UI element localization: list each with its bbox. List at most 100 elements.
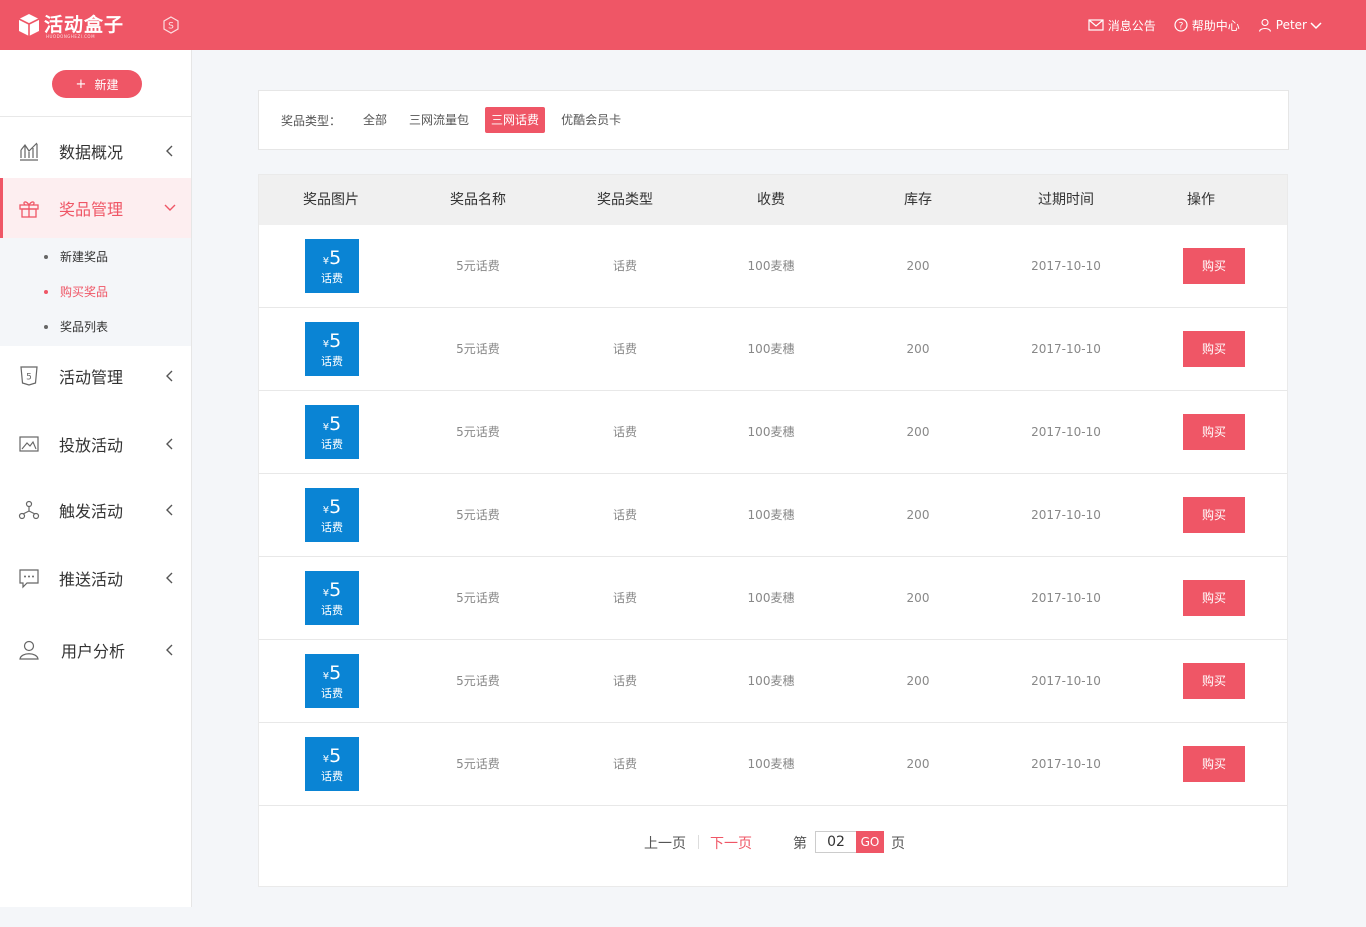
filter-option-data-pack[interactable]: 三网流量包 xyxy=(403,107,475,133)
nodes-icon xyxy=(18,500,40,520)
prize-type-filter: 奖品类型： 全部 三网流量包 三网话费 优酷会员卡 xyxy=(258,90,1289,150)
buy-button[interactable]: 购买 xyxy=(1183,248,1245,284)
prize-name-cell: 5元话费 xyxy=(456,508,500,522)
user-icon xyxy=(1258,18,1271,32)
submenu-item-new-prize[interactable]: 新建奖品 xyxy=(44,248,108,265)
prize-image: ¥5 话费 xyxy=(305,405,359,459)
go-button[interactable]: GO xyxy=(856,831,884,853)
prize-name-cell: 5元话费 xyxy=(456,425,500,439)
prize-image-kind: 话费 xyxy=(321,272,343,285)
logo-text: 活动盒子 xyxy=(44,14,125,36)
chevron-left-icon xyxy=(166,438,173,450)
filter-label: 奖品类型： xyxy=(281,113,342,128)
expiry-cell: 2017-10-10 xyxy=(1031,259,1101,273)
buy-button[interactable]: 购买 xyxy=(1183,497,1245,533)
filter-option-phone-credit[interactable]: 三网话费 xyxy=(485,107,546,133)
message-icon xyxy=(19,569,39,589)
notice-label: 消息公告 xyxy=(1107,18,1156,33)
chart-icon xyxy=(20,142,38,161)
column-header: 奖品类型 xyxy=(597,192,653,208)
cube-icon xyxy=(18,14,40,36)
chevron-left-icon xyxy=(166,504,173,516)
chevron-left-icon xyxy=(166,145,173,157)
sidebar-item-push-activity[interactable]: 推送活动 xyxy=(0,548,191,608)
filter-option-youku-card[interactable]: 优酷会员卡 xyxy=(555,107,627,133)
page-suffix: 页 xyxy=(891,836,905,852)
submenu-item-buy-prize[interactable]: 购买奖品 xyxy=(44,283,108,300)
prize-image: ¥5 话费 xyxy=(305,737,359,791)
sidebar-item-activity-management[interactable]: 5 活动管理 xyxy=(0,346,191,406)
buy-button[interactable]: 购买 xyxy=(1183,414,1245,450)
prize-image-kind: 话费 xyxy=(321,687,343,700)
column-header: 操作 xyxy=(1187,192,1215,208)
prize-image-kind: 话费 xyxy=(321,604,343,617)
price-cell: 100麦穗 xyxy=(747,674,795,688)
stock-cell: 200 xyxy=(906,259,930,273)
new-button-label: 新建 xyxy=(94,77,119,92)
sidebar-item-trigger-activity[interactable]: 触发活动 xyxy=(0,480,191,540)
pagination: 上一页 下一页 第 GO 页 xyxy=(259,805,1287,881)
brand-badge-icon[interactable]: S xyxy=(162,16,180,34)
svg-text:?: ? xyxy=(1178,22,1183,32)
table-row: ¥5 话费 5元话费 话费 100麦穗 200 2017-10-10 购买 xyxy=(259,391,1287,474)
submenu-item-label: 购买奖品 xyxy=(60,285,109,299)
page-prefix: 第 xyxy=(793,836,807,852)
buy-button[interactable]: 购买 xyxy=(1183,663,1245,699)
prize-image-kind: 话费 xyxy=(321,770,343,783)
sidebar-item-prize-management[interactable]: 奖品管理 xyxy=(0,178,191,238)
buy-button[interactable]: 购买 xyxy=(1183,331,1245,367)
prize-image: ¥5 话费 xyxy=(305,322,359,376)
help-link[interactable]: ? 帮助中心 xyxy=(1174,17,1240,34)
chevron-down-icon xyxy=(1310,22,1322,30)
sidebar-item-label: 数据概况 xyxy=(59,143,124,162)
help-icon: ? xyxy=(1174,18,1188,32)
html5-icon: 5 xyxy=(20,366,38,386)
notice-link[interactable]: 消息公告 xyxy=(1088,17,1156,34)
user-menu[interactable]: Peter xyxy=(1258,18,1326,32)
buy-button[interactable]: 购买 xyxy=(1183,580,1245,616)
prize-name-cell: 5元话费 xyxy=(456,591,500,605)
price-cell: 100麦穗 xyxy=(747,591,795,605)
image-icon xyxy=(19,436,39,452)
submenu-item-label: 新建奖品 xyxy=(60,250,109,264)
sidebar-item-launch-activity[interactable]: 投放活动 xyxy=(0,414,191,474)
prize-image: ¥5 话费 xyxy=(305,571,359,625)
prize-image-amount: 5 xyxy=(329,662,342,684)
expiry-cell: 2017-10-10 xyxy=(1031,342,1101,356)
prize-image-kind: 话费 xyxy=(321,355,343,368)
prize-type-cell: 话费 xyxy=(612,425,637,439)
sidebar-item-user-analysis[interactable]: 用户分析 xyxy=(0,620,191,680)
mail-icon xyxy=(1088,19,1104,31)
gift-icon xyxy=(19,201,39,218)
expiry-cell: 2017-10-10 xyxy=(1031,591,1101,605)
page-number-input[interactable] xyxy=(815,831,857,853)
sidebar-item-label: 奖品管理 xyxy=(59,200,124,219)
prev-page-link[interactable]: 上一页 xyxy=(644,833,686,853)
top-header: 活动盒子 HUODONGHEZI.COM S 消息公告 ? 帮助中心 Peter xyxy=(0,0,1366,50)
sidebar: + 新建 数据概况 奖品管理 新建奖品 购买奖品 奖品列表 5 活动管理 投放活… xyxy=(0,50,192,907)
price-cell: 100麦穗 xyxy=(747,757,795,771)
sidebar-item-label: 触发活动 xyxy=(59,502,124,521)
buy-button[interactable]: 购买 xyxy=(1183,746,1245,782)
new-button[interactable]: + 新建 xyxy=(52,70,142,98)
column-header: 库存 xyxy=(904,192,932,208)
chevron-left-icon xyxy=(166,644,173,656)
sidebar-item-data-overview[interactable]: 数据概况 xyxy=(0,122,191,180)
prize-type-cell: 话费 xyxy=(612,757,637,771)
table-row: ¥5 话费 5元话费 话费 100麦穗 200 2017-10-10 购买 xyxy=(259,557,1287,640)
price-cell: 100麦穗 xyxy=(747,342,795,356)
prize-image: ¥5 话费 xyxy=(305,239,359,293)
submenu-item-prize-list[interactable]: 奖品列表 xyxy=(44,318,108,335)
prize-image-amount: 5 xyxy=(329,247,342,269)
filter-option-all[interactable]: 全部 xyxy=(357,107,393,133)
prize-image: ¥5 话费 xyxy=(305,654,359,708)
stock-cell: 200 xyxy=(906,425,930,439)
sidebar-item-label: 投放活动 xyxy=(59,436,124,455)
sidebar-item-label: 活动管理 xyxy=(59,368,124,387)
prize-name-cell: 5元话费 xyxy=(456,757,500,771)
prize-type-cell: 话费 xyxy=(612,591,637,605)
price-cell: 100麦穗 xyxy=(747,508,795,522)
svg-text:5: 5 xyxy=(26,373,32,383)
next-page-link[interactable]: 下一页 xyxy=(710,833,752,853)
logo[interactable]: 活动盒子 HUODONGHEZI.COM xyxy=(18,10,124,40)
